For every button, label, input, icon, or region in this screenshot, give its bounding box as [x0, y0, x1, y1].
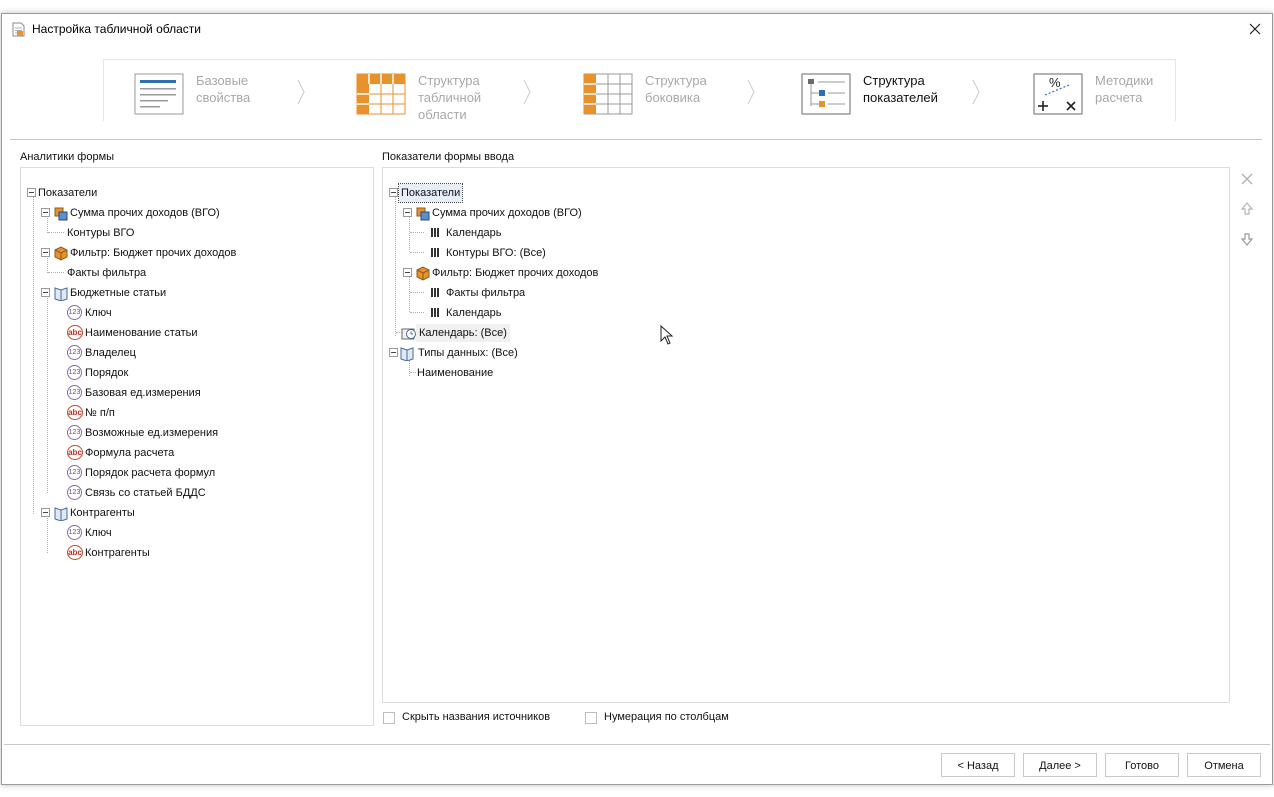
tree-item[interactable]: 123 Порядок — [67, 364, 128, 382]
right-panel-title: Показатели формы ввода — [382, 151, 515, 163]
tree-item[interactable]: 123 Владелец — [67, 344, 136, 362]
column-numbering-label: Нумерация по столбцам — [604, 711, 729, 723]
step-calc-methods[interactable]: % Методики расчета — [1033, 60, 1173, 120]
tree-item[interactable]: Факты фильтра — [67, 264, 146, 282]
base-properties-icon — [134, 73, 184, 115]
string-attribute-icon: abc — [67, 545, 83, 560]
sidebar-structure-icon — [583, 73, 633, 115]
cube-group-icon — [416, 207, 430, 221]
chevron-right-icon — [972, 79, 980, 105]
cube-icon — [416, 266, 430, 281]
step-label: Структура табличной области — [418, 73, 482, 122]
form-analytics-tree[interactable]: Показатели Сумма прочих доходов (ВГО) Ко… — [20, 167, 374, 726]
table-structure-icon — [356, 73, 406, 115]
indicators-structure-icon — [801, 73, 851, 115]
wizard-steps: Базовые свойства Структура табличной обл… — [103, 59, 1176, 122]
tree-item[interactable]: Контрагенты — [41, 504, 135, 522]
close-icon[interactable] — [1244, 18, 1266, 40]
dictionary-book-icon — [54, 287, 68, 301]
tree-item[interactable]: 123 Базовая ед.измерения — [67, 384, 201, 402]
dimension-bars-icon — [431, 308, 441, 318]
tree-item[interactable]: 123 Порядок расчета формул — [67, 464, 215, 482]
dimension-bars-icon — [431, 288, 441, 298]
tree-item[interactable]: Контуры ВГО — [67, 224, 134, 242]
string-attribute-icon: abc — [67, 325, 83, 340]
done-button[interactable]: Готово — [1105, 753, 1179, 777]
tree-item[interactable]: abc № п/п — [67, 404, 115, 422]
tree-item[interactable]: Контуры ВГО: (Все) — [431, 244, 546, 262]
header-divider — [10, 139, 1262, 140]
tree-item[interactable]: Факты фильтра — [431, 284, 525, 302]
delete-icon[interactable] — [1239, 171, 1255, 187]
string-attribute-icon: abc — [67, 445, 83, 460]
numeric-attribute-icon: 123 — [67, 425, 82, 440]
string-attribute-icon: abc — [67, 405, 83, 420]
tree-item[interactable]: Бюджетные статьи — [41, 284, 166, 302]
dictionary-book-icon — [54, 507, 68, 521]
input-form-indicators-tree[interactable]: Показатели Сумма прочих доходов (ВГО) Ка… — [382, 167, 1230, 703]
tree-item[interactable]: Наименование — [417, 364, 493, 382]
step-label: Базовые свойства — [196, 73, 251, 105]
tree-item[interactable]: Календарь: (Все) — [401, 324, 510, 342]
tree-item[interactable]: Фильтр: Бюджет прочих доходов — [403, 264, 598, 282]
tree-root-label: Показатели — [38, 187, 98, 199]
numeric-attribute-icon: 123 — [67, 525, 82, 540]
tree-item[interactable]: Календарь — [431, 304, 502, 322]
cancel-button[interactable]: Отмена — [1187, 753, 1261, 777]
calendar-clock-icon — [401, 328, 416, 340]
numeric-attribute-icon: 123 — [67, 485, 82, 500]
step-label: Структура боковика — [645, 73, 707, 105]
back-button[interactable]: < Назад — [941, 753, 1015, 777]
step-table-structure[interactable]: Структура табличной области — [356, 60, 506, 122]
left-panel-title: Аналитики формы — [20, 151, 115, 163]
step-label: Методики расчета — [1095, 73, 1154, 105]
step-indicators-structure[interactable]: Структура показателей — [801, 60, 961, 120]
dimension-bars-icon — [431, 228, 441, 238]
step-label: Структура показателей — [863, 73, 938, 105]
move-down-icon[interactable] — [1239, 231, 1255, 247]
tree-root-label: Показатели — [397, 183, 464, 203]
numeric-attribute-icon: 123 — [67, 365, 82, 380]
tree-item[interactable]: 123 Ключ — [67, 304, 112, 322]
step-sidebar-structure[interactable]: Структура боковика — [583, 60, 733, 120]
numeric-attribute-icon: 123 — [67, 385, 82, 400]
svg-text:%: % — [1049, 75, 1061, 90]
dialog-window: Настройка табличной области Базовые свой… — [1, 13, 1273, 785]
tree-item[interactable]: Типы данных: (Все) — [389, 344, 518, 362]
hide-sources-checkbox[interactable] — [383, 712, 395, 724]
tree-item[interactable]: Календарь — [431, 224, 502, 242]
footer-divider — [4, 744, 1270, 745]
move-up-icon[interactable] — [1239, 201, 1255, 217]
tree-root[interactable]: Показатели — [27, 184, 97, 202]
dimension-bars-icon — [431, 248, 441, 258]
tree-item[interactable]: Сумма прочих доходов (ВГО) — [403, 204, 582, 222]
dictionary-book-icon — [400, 347, 414, 361]
column-numbering-checkbox[interactable] — [585, 712, 597, 724]
step-base-properties[interactable]: Базовые свойства — [134, 60, 274, 120]
chevron-right-icon — [523, 79, 531, 105]
chevron-right-icon — [747, 79, 755, 105]
tree-item[interactable]: abc Контрагенты — [67, 544, 150, 562]
title-bar: Настройка табличной области — [2, 14, 1272, 44]
tree-item[interactable]: 123 Возможные ед.измерения — [67, 424, 218, 442]
chevron-right-icon — [297, 79, 305, 105]
cube-icon — [54, 246, 68, 261]
tree-item[interactable]: 123 Ключ — [67, 524, 112, 542]
tree-item[interactable]: Фильтр: Бюджет прочих доходов — [41, 244, 236, 262]
tree-root[interactable]: Показатели — [389, 183, 464, 203]
document-icon — [12, 22, 25, 37]
tree-item[interactable]: abc Формула расчета — [67, 444, 174, 462]
numeric-attribute-icon: 123 — [67, 465, 82, 480]
cube-group-icon — [54, 207, 68, 221]
mouse-pointer-icon — [660, 325, 674, 345]
tree-item[interactable]: abc Наименование статьи — [67, 324, 198, 342]
numeric-attribute-icon: 123 — [67, 345, 82, 360]
numeric-attribute-icon: 123 — [67, 305, 82, 320]
tree-item[interactable]: Сумма прочих доходов (ВГО) — [41, 204, 220, 222]
hide-sources-label: Скрыть названия источников — [402, 711, 551, 723]
tree-item[interactable]: 123 Связь со статьей БДДС — [67, 484, 206, 502]
next-button[interactable]: Далее > — [1023, 753, 1097, 777]
calc-methods-icon: % — [1033, 73, 1083, 115]
window-title: Настройка табличной области — [32, 22, 201, 36]
